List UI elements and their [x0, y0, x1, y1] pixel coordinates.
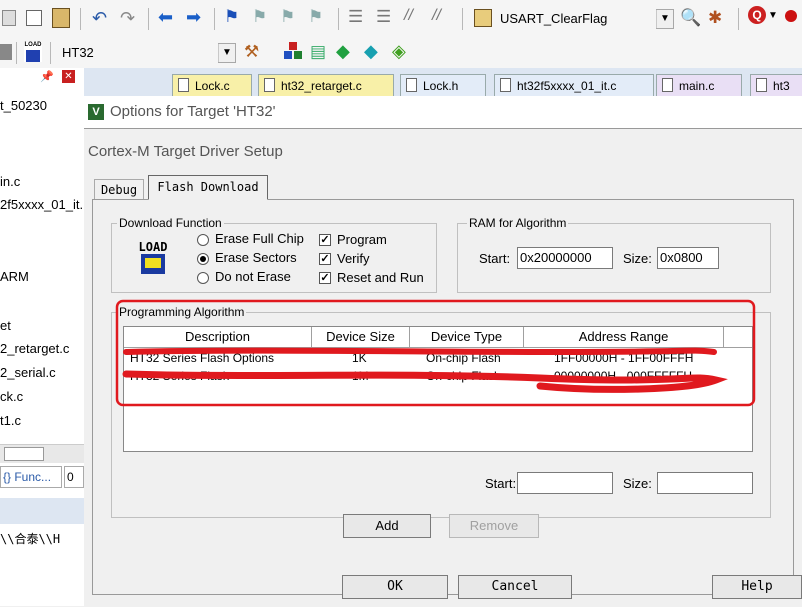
annotation-scribble-row2	[122, 370, 728, 393]
annotation-overlay	[115, 299, 756, 407]
annotation-scribble-row1	[123, 347, 717, 356]
